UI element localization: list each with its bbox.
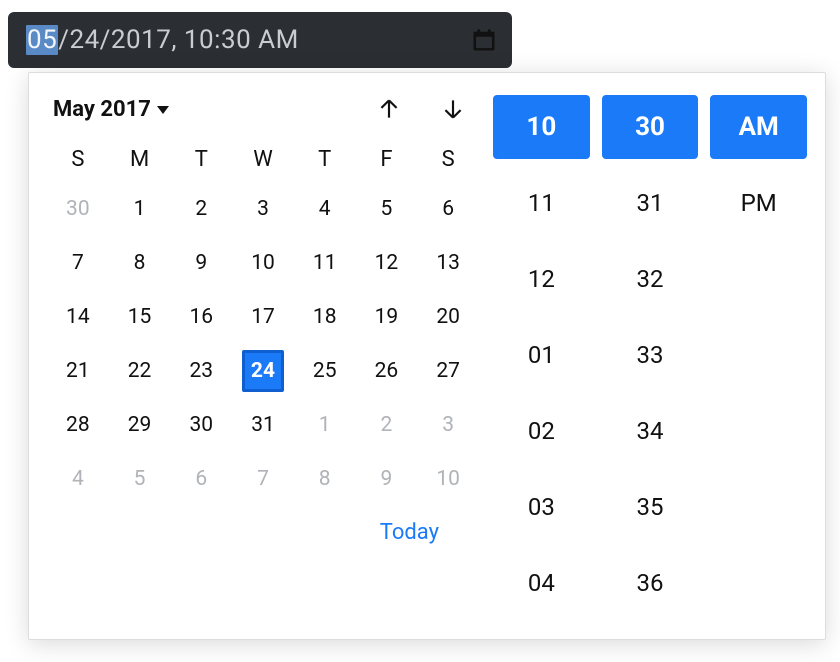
day-cell[interactable]: 1 (294, 398, 356, 452)
day-cell[interactable]: 21 (47, 344, 109, 398)
dow-cell: T (170, 133, 232, 182)
calendar-header: May 2017 (47, 95, 479, 133)
hour-option[interactable]: 11 (493, 171, 590, 235)
hour-option[interactable]: 12 (493, 247, 590, 311)
day-cell[interactable]: 5 (356, 182, 418, 236)
day-cell[interactable]: 31 (232, 398, 294, 452)
dow-cell: F (356, 133, 418, 182)
day-cell[interactable]: 9 (170, 236, 232, 290)
day-cell[interactable]: 15 (109, 290, 171, 344)
ampm-option[interactable]: PM (710, 171, 807, 235)
day-cell[interactable]: 29 (109, 398, 171, 452)
dow-cell: S (47, 133, 109, 182)
day-cell[interactable]: 27 (417, 344, 479, 398)
minute-option[interactable]: 33 (602, 323, 699, 387)
dropdown-triangle-icon (157, 106, 169, 114)
day-cell[interactable]: 8 (294, 452, 356, 506)
minute-option[interactable]: 31 (602, 171, 699, 235)
dow-cell: W (232, 133, 294, 182)
ampm-column: AM PM (710, 95, 807, 615)
dow-cell: T (294, 133, 356, 182)
month-year-label: May 2017 (53, 97, 151, 122)
day-cell[interactable]: 6 (170, 452, 232, 506)
day-cell[interactable]: 6 (417, 182, 479, 236)
day-cell[interactable]: 16 (170, 290, 232, 344)
week-row: 21222324252627 (47, 344, 479, 398)
minute-option[interactable]: 35 (602, 475, 699, 539)
day-cell[interactable]: 18 (294, 290, 356, 344)
datetime-input[interactable]: 05/24/2017, 10:30 AM (8, 12, 512, 68)
day-cell[interactable]: 24 (232, 344, 294, 398)
hour-option[interactable]: 04 (493, 551, 590, 615)
day-cell[interactable]: 7 (232, 452, 294, 506)
ampm-option[interactable]: AM (710, 95, 807, 159)
minute-option[interactable]: 30 (602, 95, 699, 159)
day-cell[interactable]: 7 (47, 236, 109, 290)
prev-month-button[interactable] (375, 95, 403, 123)
month-year-button[interactable]: May 2017 (53, 97, 169, 122)
day-cell[interactable]: 17 (232, 290, 294, 344)
week-row: 14151617181920 (47, 290, 479, 344)
calendar-panel: May 2017 SMTWTFS 30123456789101112131415… (47, 95, 479, 615)
dow-cell: S (417, 133, 479, 182)
day-cell[interactable]: 14 (47, 290, 109, 344)
day-cell[interactable]: 2 (356, 398, 418, 452)
week-row: 30123456 (47, 182, 479, 236)
day-of-week-row: SMTWTFS (47, 133, 479, 182)
day-cell[interactable]: 3 (232, 182, 294, 236)
day-cell[interactable]: 30 (170, 398, 232, 452)
time-panel: 10 11 12 01 02 03 04 30 31 32 33 34 35 36 AM PM (479, 95, 807, 615)
month-nav (375, 95, 473, 123)
minutes-column: 30 31 32 33 34 35 36 (602, 95, 699, 615)
input-selected-segment: 05 (26, 25, 58, 55)
hour-option[interactable]: 03 (493, 475, 590, 539)
day-cell[interactable]: 3 (417, 398, 479, 452)
day-cell[interactable]: 2 (170, 182, 232, 236)
minute-option[interactable]: 32 (602, 247, 699, 311)
today-row: Today (47, 506, 479, 545)
hour-option[interactable]: 02 (493, 399, 590, 463)
minute-option[interactable]: 34 (602, 399, 699, 463)
day-cell[interactable]: 19 (356, 290, 418, 344)
day-cell[interactable]: 26 (356, 344, 418, 398)
datetime-picker-popup: May 2017 SMTWTFS 30123456789101112131415… (28, 72, 826, 640)
dow-cell: M (109, 133, 171, 182)
day-cell[interactable]: 10 (232, 236, 294, 290)
week-row: 45678910 (47, 452, 479, 506)
input-rest: /24/2017, 10:30 AM (58, 25, 299, 55)
week-row: 78910111213 (47, 236, 479, 290)
hours-column: 10 11 12 01 02 03 04 (493, 95, 590, 615)
day-cell[interactable]: 13 (417, 236, 479, 290)
hour-option[interactable]: 01 (493, 323, 590, 387)
day-cell[interactable]: 25 (294, 344, 356, 398)
minute-option[interactable]: 36 (602, 551, 699, 615)
calendar-grid: 3012345678910111213141516171819202122232… (47, 182, 479, 506)
datetime-input-text: 05/24/2017, 10:30 AM (26, 25, 299, 55)
next-month-button[interactable] (439, 95, 467, 123)
day-cell[interactable]: 5 (109, 452, 171, 506)
day-cell[interactable]: 4 (294, 182, 356, 236)
day-cell[interactable]: 23 (170, 344, 232, 398)
day-cell[interactable]: 10 (417, 452, 479, 506)
day-cell[interactable]: 1 (109, 182, 171, 236)
week-row: 28293031123 (47, 398, 479, 452)
calendar-icon[interactable] (470, 26, 498, 54)
hour-option[interactable]: 10 (493, 95, 590, 159)
day-cell[interactable]: 30 (47, 182, 109, 236)
day-cell[interactable]: 9 (356, 452, 418, 506)
day-cell[interactable]: 28 (47, 398, 109, 452)
day-cell[interactable]: 22 (109, 344, 171, 398)
day-cell[interactable]: 20 (417, 290, 479, 344)
day-cell[interactable]: 8 (109, 236, 171, 290)
day-cell[interactable]: 4 (47, 452, 109, 506)
day-cell[interactable]: 12 (356, 236, 418, 290)
today-link[interactable]: Today (380, 520, 439, 545)
day-cell[interactable]: 11 (294, 236, 356, 290)
